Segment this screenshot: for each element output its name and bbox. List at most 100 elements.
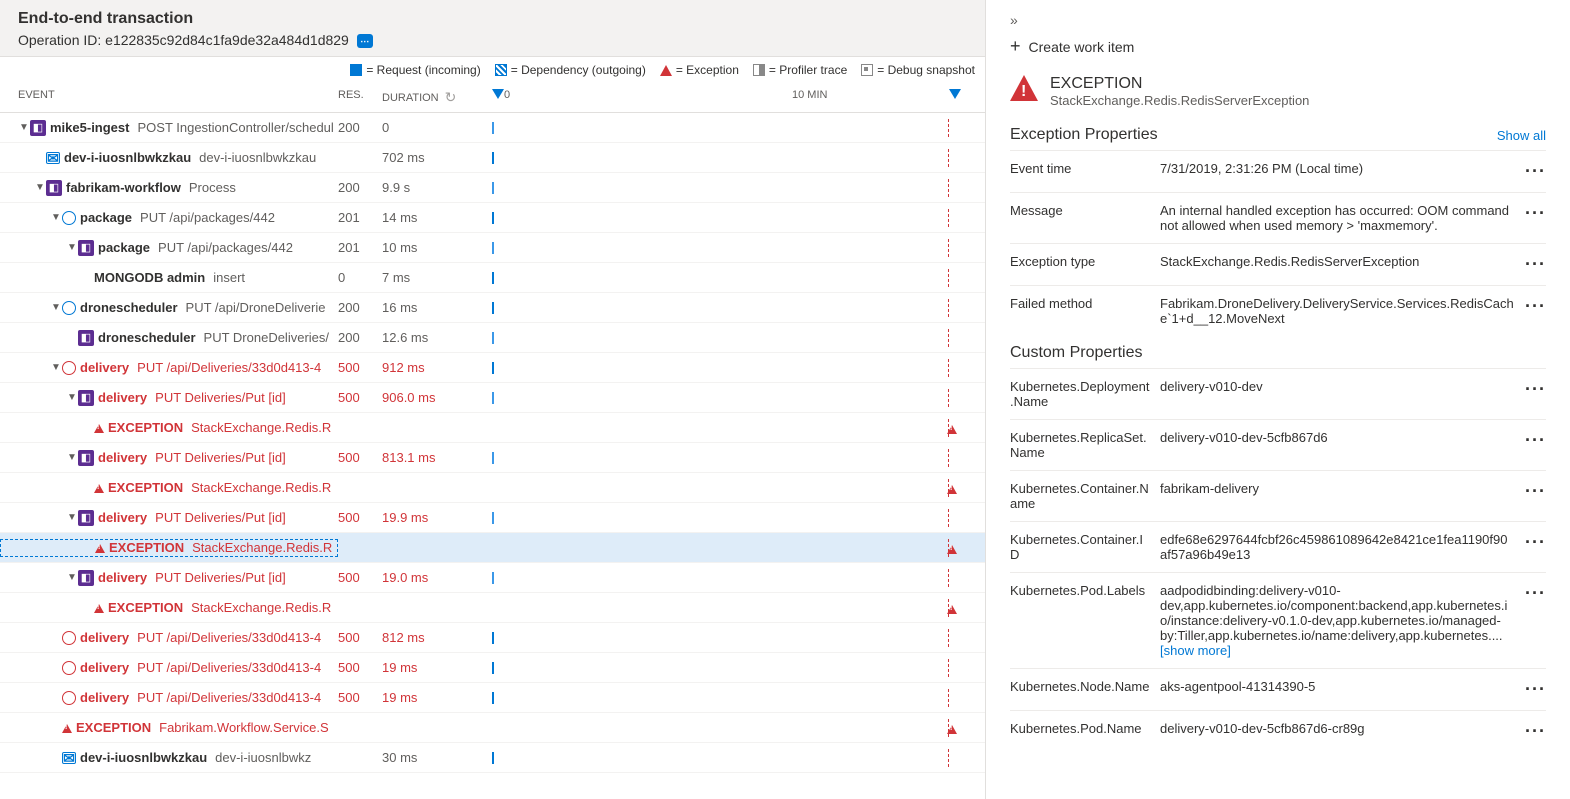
tree-row[interactable]: ▼◧deliveryPUT Deliveries/Put [id]50019.0…	[0, 563, 985, 593]
operation-name: StackExchange.Redis.R	[191, 480, 331, 495]
timeline-cell	[492, 329, 977, 347]
tree-row[interactable]: ▼◧fabrikam-workflowProcess2009.9 s	[0, 173, 985, 203]
duration-cell: 0	[382, 120, 492, 135]
tree-row[interactable]: ▼deliveryPUT /api/Deliveries/33d0d413-45…	[0, 353, 985, 383]
caret-icon[interactable]: ▼	[66, 452, 78, 463]
tree-row[interactable]: ▼◧mike5-ingestPOST IngestionController/s…	[0, 113, 985, 143]
property-row: Kubernetes.Container.IDedfe68e6297644fcb…	[1010, 521, 1546, 572]
caret-icon[interactable]: ▼	[66, 242, 78, 253]
tree-row[interactable]: EXCEPTIONStackExchange.Redis.R	[0, 473, 985, 503]
caret-icon[interactable]: ▼	[66, 392, 78, 403]
caret-icon[interactable]: ▼	[66, 512, 78, 523]
tree-row[interactable]: ▼droneschedulerPUT /api/DroneDeliverie20…	[0, 293, 985, 323]
timeline-red-line	[948, 359, 949, 377]
property-key: Event time	[1010, 161, 1160, 176]
timeline-end-pin[interactable]	[949, 89, 961, 99]
caret-icon[interactable]: ▼	[18, 122, 30, 133]
exception-icon	[660, 65, 672, 76]
show-more-link[interactable]: [show more]	[1160, 643, 1231, 658]
tree-row[interactable]: ✉dev-i-iuosnlbwkzkaudev-i-iuosnlbwkzkau7…	[0, 143, 985, 173]
property-menu-icon[interactable]: ···	[1522, 203, 1546, 224]
show-all-link[interactable]: Show all	[1497, 128, 1546, 143]
operation-name: PUT /api/packages/442	[140, 210, 275, 225]
tree-row[interactable]: ✉dev-i-iuosnlbwkzkaudev-i-iuosnlbwkz30 m…	[0, 743, 985, 773]
timeline-red-line	[948, 299, 949, 317]
property-menu-icon[interactable]: ···	[1522, 379, 1546, 400]
history-icon[interactable]: ↻	[445, 89, 457, 106]
property-row: Kubernetes.ReplicaSet.Namedelivery-v010-…	[1010, 419, 1546, 470]
timeline-red-line	[948, 659, 949, 677]
property-menu-icon[interactable]: ···	[1522, 721, 1546, 742]
dependency-icon	[495, 64, 507, 76]
tree-row[interactable]: ▼◧deliveryPUT Deliveries/Put [id]500906.…	[0, 383, 985, 413]
property-key: Failed method	[1010, 296, 1160, 311]
property-key: Kubernetes.Node.Name	[1010, 679, 1160, 694]
tree-row[interactable]: deliveryPUT /api/Deliveries/33d0d413-450…	[0, 653, 985, 683]
timeline-bar	[492, 512, 494, 524]
property-menu-icon[interactable]: ···	[1522, 481, 1546, 502]
tree-row[interactable]: deliveryPUT /api/Deliveries/33d0d413-450…	[0, 683, 985, 713]
operation-name: StackExchange.Redis.R	[192, 540, 332, 555]
tree-row[interactable]: ▼◧deliveryPUT Deliveries/Put [id]50019.9…	[0, 503, 985, 533]
caret-icon[interactable]: ▼	[34, 182, 46, 193]
operation-name: PUT Deliveries/Put [id]	[155, 450, 286, 465]
create-work-item[interactable]: + Create work item	[1010, 36, 1546, 57]
service-name: delivery	[98, 450, 147, 465]
timeline-cell	[492, 359, 977, 377]
tree-row[interactable]: EXCEPTIONStackExchange.Redis.R	[0, 533, 985, 563]
transaction-tree[interactable]: ▼◧mike5-ingestPOST IngestionController/s…	[0, 113, 985, 799]
caret-icon[interactable]: ▼	[66, 572, 78, 583]
tree-row[interactable]: ▼◧packagePUT /api/packages/44220110 ms	[0, 233, 985, 263]
duration-cell: 30 ms	[382, 750, 492, 765]
timeline-start-pin[interactable]	[492, 89, 504, 99]
caret-icon[interactable]: ▼	[50, 212, 62, 223]
duration-cell: 16 ms	[382, 300, 492, 315]
property-menu-icon[interactable]: ···	[1522, 430, 1546, 451]
tree-row[interactable]: EXCEPTIONFabrikam.Workflow.Service.S	[0, 713, 985, 743]
collapse-icon[interactable]: »	[1010, 12, 1546, 28]
operation-name: POST IngestionController/schedul	[137, 120, 333, 135]
tree-row[interactable]: ▼◧deliveryPUT Deliveries/Put [id]500813.…	[0, 443, 985, 473]
globe-icon	[62, 361, 76, 375]
plus-icon: +	[1010, 36, 1021, 57]
tree-row[interactable]: MONGODB admininsert07 ms	[0, 263, 985, 293]
legend-dependency: = Dependency (outgoing)	[495, 63, 646, 77]
info-icon[interactable]: ⋯	[357, 34, 373, 48]
tree-row[interactable]: deliveryPUT /api/Deliveries/33d0d413-450…	[0, 623, 985, 653]
property-menu-icon[interactable]: ···	[1522, 254, 1546, 275]
service-name: mike5-ingest	[50, 120, 129, 135]
timeline-cell	[492, 659, 977, 677]
service-name: EXCEPTION	[108, 600, 183, 615]
result-cell: 0	[338, 270, 382, 285]
event-cell: ▼◧deliveryPUT Deliveries/Put [id]	[0, 450, 338, 466]
property-menu-icon[interactable]: ···	[1522, 583, 1546, 604]
service-name: delivery	[80, 360, 129, 375]
tree-row[interactable]: EXCEPTIONStackExchange.Redis.R	[0, 593, 985, 623]
event-cell: ▼◧deliveryPUT Deliveries/Put [id]	[0, 510, 338, 526]
property-key: Exception type	[1010, 254, 1160, 269]
tree-row[interactable]: ◧droneschedulerPUT DroneDeliveries/20012…	[0, 323, 985, 353]
result-cell: 200	[338, 300, 382, 315]
timeline-cell	[492, 389, 977, 407]
tree-row[interactable]: EXCEPTIONStackExchange.Redis.R	[0, 413, 985, 443]
exception-icon	[94, 480, 104, 496]
property-menu-icon[interactable]: ···	[1522, 532, 1546, 553]
exception-type: StackExchange.Redis.RedisServerException	[1050, 93, 1309, 108]
property-menu-icon[interactable]: ···	[1522, 161, 1546, 182]
result-cell: 500	[338, 570, 382, 585]
caret-icon[interactable]: ▼	[50, 302, 62, 313]
timeline-bar	[492, 572, 494, 584]
col-event: EVENT	[18, 89, 338, 106]
result-cell: 200	[338, 330, 382, 345]
operation-name: PUT /api/Deliveries/33d0d413-4	[137, 360, 321, 375]
property-menu-icon[interactable]: ···	[1522, 679, 1546, 700]
property-menu-icon[interactable]: ···	[1522, 296, 1546, 317]
timeline-red-line	[948, 119, 949, 137]
service-name: delivery	[98, 570, 147, 585]
service-name: dev-i-iuosnlbwkzkau	[80, 750, 207, 765]
tree-row[interactable]: ▼packagePUT /api/packages/44220114 ms	[0, 203, 985, 233]
transaction-header: End-to-end transaction Operation ID: e12…	[0, 0, 985, 57]
timeline-bar	[492, 272, 494, 284]
service-name: EXCEPTION	[76, 720, 151, 735]
caret-icon[interactable]: ▼	[50, 362, 62, 373]
